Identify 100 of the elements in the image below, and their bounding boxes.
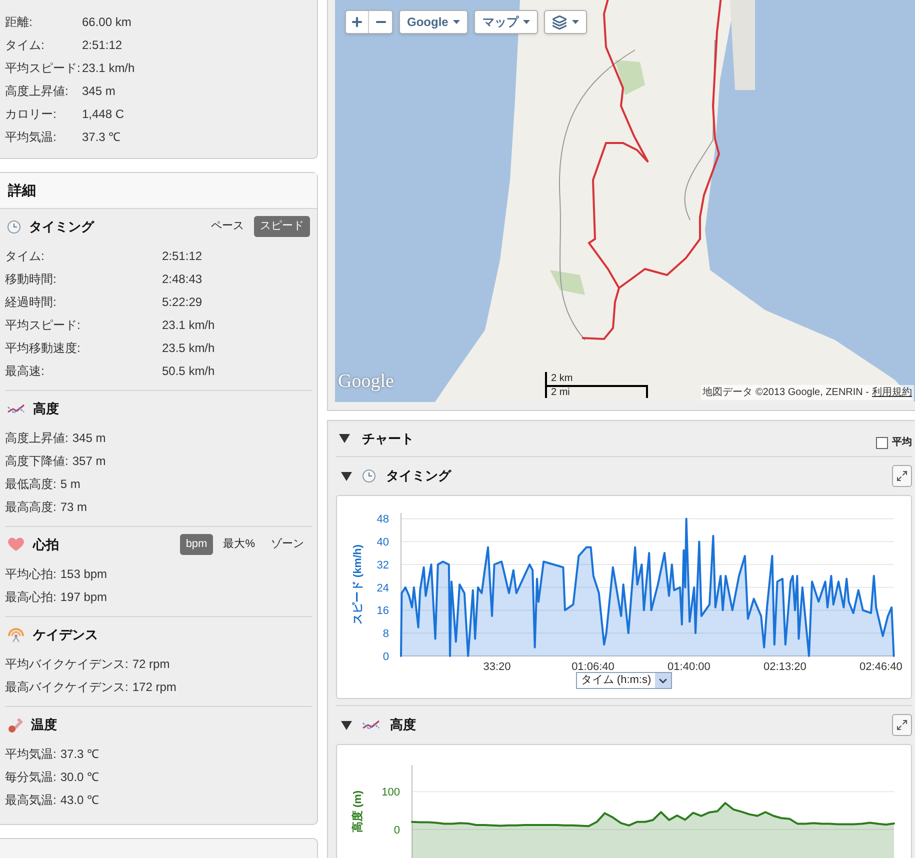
- stat-value: 30.0 ℃: [60, 768, 100, 786]
- expand-button[interactable]: [892, 714, 912, 736]
- stat-label: 平均気温:: [5, 746, 58, 763]
- stat-label: 平均気温:: [5, 128, 58, 146]
- stat-value: 2:51:12: [82, 36, 122, 54]
- stat-value: 357 m: [72, 452, 106, 470]
- scale-label: 2 km: [545, 372, 648, 385]
- stat-value: 172 rpm: [132, 678, 176, 696]
- collapse-triangle-icon[interactable]: [341, 472, 352, 480]
- expand-icon: [896, 470, 908, 482]
- stat-value: 23.5 km/h: [162, 340, 215, 357]
- x-tick-label: 02:13:20: [764, 661, 806, 672]
- checkbox-label: 平均: [892, 436, 912, 450]
- stat-label: 高度下降値:: [5, 452, 70, 470]
- stat-label: 高度上昇値:: [5, 430, 70, 447]
- expand-button[interactable]: [892, 465, 912, 487]
- y-tick-label: 16: [376, 605, 389, 618]
- y-tick-label: 0: [394, 824, 400, 837]
- stat-label: タイム:: [5, 248, 46, 265]
- map-logo: Google: [338, 370, 394, 394]
- stat-label: 平均移動速度:: [5, 340, 82, 357]
- thermometer-icon: [7, 716, 23, 733]
- y-axis-title: スピード (km/h): [352, 544, 364, 625]
- y-tick-label: 0: [382, 651, 389, 663]
- average-checkbox[interactable]: [876, 436, 888, 448]
- stat-value: 345 m: [72, 430, 106, 447]
- stat-label: 毎分気温:: [5, 768, 58, 786]
- x-tick-label: 33:20: [483, 661, 511, 672]
- stat-value: 50.5 km/h: [162, 362, 215, 380]
- stat-value: 197 bpm: [60, 588, 108, 606]
- y-tick-label: 100: [382, 786, 400, 799]
- stat-label: カロリー:: [5, 106, 58, 122]
- provider-menu[interactable]: Google: [399, 10, 468, 34]
- stat-value: 153 bpm: [60, 566, 108, 583]
- y-tick-label: 32: [376, 559, 389, 572]
- unit-toggle[interactable]: スピード: [254, 216, 310, 237]
- stat-value: 66.00 km: [82, 14, 132, 30]
- caret-icon: [572, 20, 580, 24]
- x-tick-label: 01:06:40: [572, 661, 614, 672]
- stat-label: 高度上昇値:: [5, 82, 70, 100]
- stat-value: 5 m: [60, 476, 80, 493]
- x-tick-label: 02:46:40: [860, 661, 902, 672]
- stat-label: 距離:: [5, 14, 34, 30]
- stat-label: 最高心拍:: [5, 588, 58, 606]
- layers-menu[interactable]: [544, 10, 588, 34]
- stat-label: 最低高度:: [5, 476, 58, 493]
- chart-title: 高度: [390, 716, 416, 734]
- stat-label: タイム:: [5, 36, 46, 54]
- stat-label: 平均スピード:: [5, 60, 82, 76]
- unit-toggle[interactable]: 最大%: [217, 534, 261, 555]
- x-tick-label: 01:40:00: [668, 661, 710, 672]
- stat-label: 最高速:: [5, 362, 46, 380]
- y-axis-title: 高度 (m): [352, 790, 364, 833]
- collapse-triangle-icon[interactable]: [339, 434, 350, 443]
- trend-line-icon: [7, 402, 25, 415]
- stat-value: 2:48:43: [162, 270, 202, 288]
- stat-label: 経過時間:: [5, 294, 58, 311]
- unit-toggle[interactable]: ペース: [205, 216, 250, 237]
- y-tick-label: 48: [376, 514, 389, 526]
- stat-value: 37.3 ℃: [82, 128, 121, 146]
- stat-value: 23.1 km/h: [82, 60, 135, 76]
- clock-icon: [362, 469, 376, 483]
- axis-select[interactable]: タイム (h:m:s): [576, 672, 672, 689]
- panel-title: 詳細: [8, 181, 36, 200]
- panel-title: チャート: [362, 430, 414, 448]
- stat-value: 345 m: [82, 82, 116, 100]
- plus-icon: [350, 15, 364, 29]
- section-title: 温度: [31, 716, 57, 734]
- stat-value: 73 m: [60, 498, 88, 516]
- signal-waves-icon: [7, 626, 25, 643]
- section-title: 高度: [33, 400, 59, 418]
- stat-label: 平均スピード:: [5, 316, 82, 334]
- layers-icon: [552, 14, 568, 30]
- y-tick-label: 8: [382, 628, 389, 640]
- heart-icon: [7, 537, 25, 552]
- map-type-menu[interactable]: マップ: [474, 10, 538, 34]
- stat-value: 2:51:12: [162, 248, 202, 265]
- trend-line-icon: [362, 719, 380, 731]
- unit-toggle[interactable]: bpm: [180, 534, 214, 555]
- caret-icon: [453, 20, 460, 24]
- map-attribution: 地図データ ©2013 Google, ZENRIN -: [702, 386, 869, 400]
- terms-link[interactable]: 利用規約: [872, 385, 912, 400]
- stat-value: 72 rpm: [132, 656, 170, 673]
- section-title: ケイデンス: [33, 626, 98, 644]
- scale-label: 2 mi: [545, 385, 648, 398]
- clock-icon: [7, 220, 21, 234]
- unit-toggle[interactable]: ゾーン: [265, 534, 310, 555]
- section-title: 心拍: [33, 536, 59, 554]
- stat-label: 最高バイクケイデンス:: [5, 678, 130, 696]
- stat-value: 23.1 km/h: [162, 316, 215, 334]
- section-title: タイミング: [29, 218, 94, 236]
- stat-value: 1,448 C: [82, 106, 124, 122]
- stat-label: 移動時間:: [5, 270, 58, 288]
- stat-value: 43.0 ℃: [60, 792, 100, 809]
- y-tick-label: 40: [376, 536, 389, 549]
- collapse-triangle-icon[interactable]: [341, 720, 352, 730]
- stat-label: 平均心拍:: [5, 566, 58, 583]
- stat-value: 37.3 ℃: [60, 746, 100, 763]
- expand-icon: [896, 719, 908, 731]
- chart-title: タイミング: [386, 467, 451, 486]
